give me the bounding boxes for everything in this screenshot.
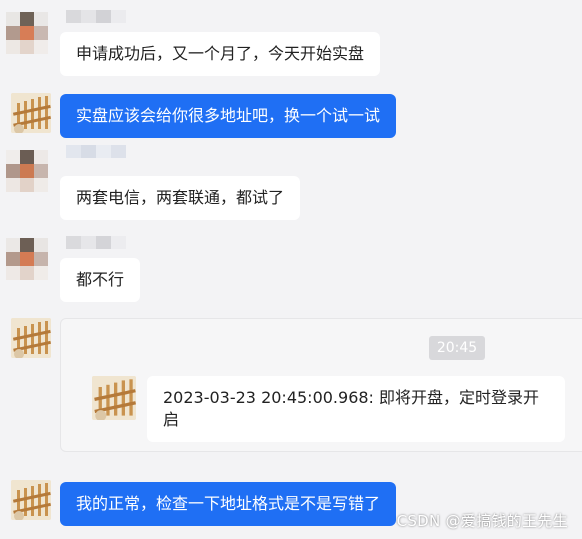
message-bubble[interactable]: 实盘应该会给你很多地址吧，换一个试一试 <box>60 94 397 138</box>
quoted-message-text[interactable]: 2023-03-23 20:45:00.968: 即将开盘，定时登录开启 <box>147 376 565 442</box>
contact-avatar[interactable] <box>6 150 48 192</box>
fence-avatar-icon[interactable] <box>11 93 51 133</box>
contact-avatar[interactable] <box>6 12 48 54</box>
message-bubble[interactable]: 都不行 <box>60 258 141 302</box>
fence-avatar-icon <box>92 376 136 420</box>
fence-avatar-icon[interactable] <box>11 480 51 520</box>
contact-name <box>66 236 126 249</box>
fence-avatar-icon[interactable] <box>11 318 51 358</box>
timestamp-chip: 20:45 <box>429 336 485 360</box>
message-bubble[interactable]: 申请成功后，又一个月了，今天开始实盘 <box>60 32 381 76</box>
watermark: CSDN @爱搞钱的王先生 <box>396 512 568 530</box>
contact-avatar[interactable] <box>6 238 48 280</box>
chat-window: 申请成功后，又一个月了，今天开始实盘 实盘应该会给你很多地址吧，换一个试一试 两… <box>0 0 582 539</box>
contact-name <box>66 10 126 23</box>
contact-name <box>66 145 126 158</box>
message-bubble[interactable]: 我的正常，检查一下地址格式是不是写错了 <box>60 482 397 526</box>
message-bubble[interactable]: 两套电信，两套联通，都试了 <box>60 176 301 220</box>
